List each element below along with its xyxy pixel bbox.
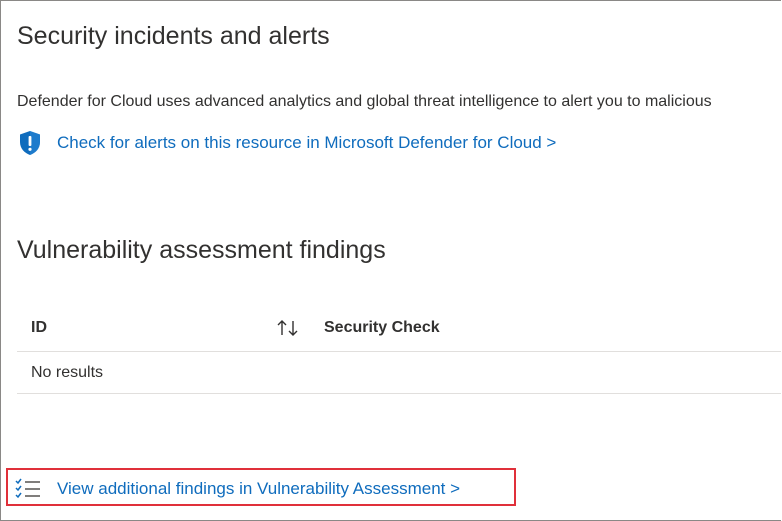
column-header-security-check[interactable]: Security Check — [324, 319, 440, 337]
vulnerability-assessment-link[interactable]: View additional findings in Vulnerabilit… — [15, 476, 460, 502]
sort-up-down-icon[interactable] — [276, 319, 300, 342]
content-panel: Security incidents and alerts Defender f… — [0, 0, 781, 521]
defender-alerts-link[interactable]: Check for alerts on this resource in Mic… — [17, 130, 556, 156]
vulnerability-findings-title: Vulnerability assessment findings — [17, 236, 386, 264]
security-incidents-title: Security incidents and alerts — [17, 22, 330, 50]
security-description: Defender for Cloud uses advanced analyti… — [17, 93, 712, 110]
defender-alerts-link-text[interactable]: Check for alerts on this resource in Mic… — [57, 133, 556, 153]
findings-table: ID Security Check No results — [17, 306, 781, 394]
table-header: ID Security Check — [17, 306, 781, 352]
checklist-icon — [15, 476, 41, 502]
no-results-text: No results — [31, 364, 104, 381]
table-row: No results — [17, 352, 781, 394]
vulnerability-assessment-link-text[interactable]: View additional findings in Vulnerabilit… — [57, 479, 460, 499]
shield-alert-icon — [17, 130, 43, 156]
column-header-id[interactable]: ID — [31, 319, 47, 337]
